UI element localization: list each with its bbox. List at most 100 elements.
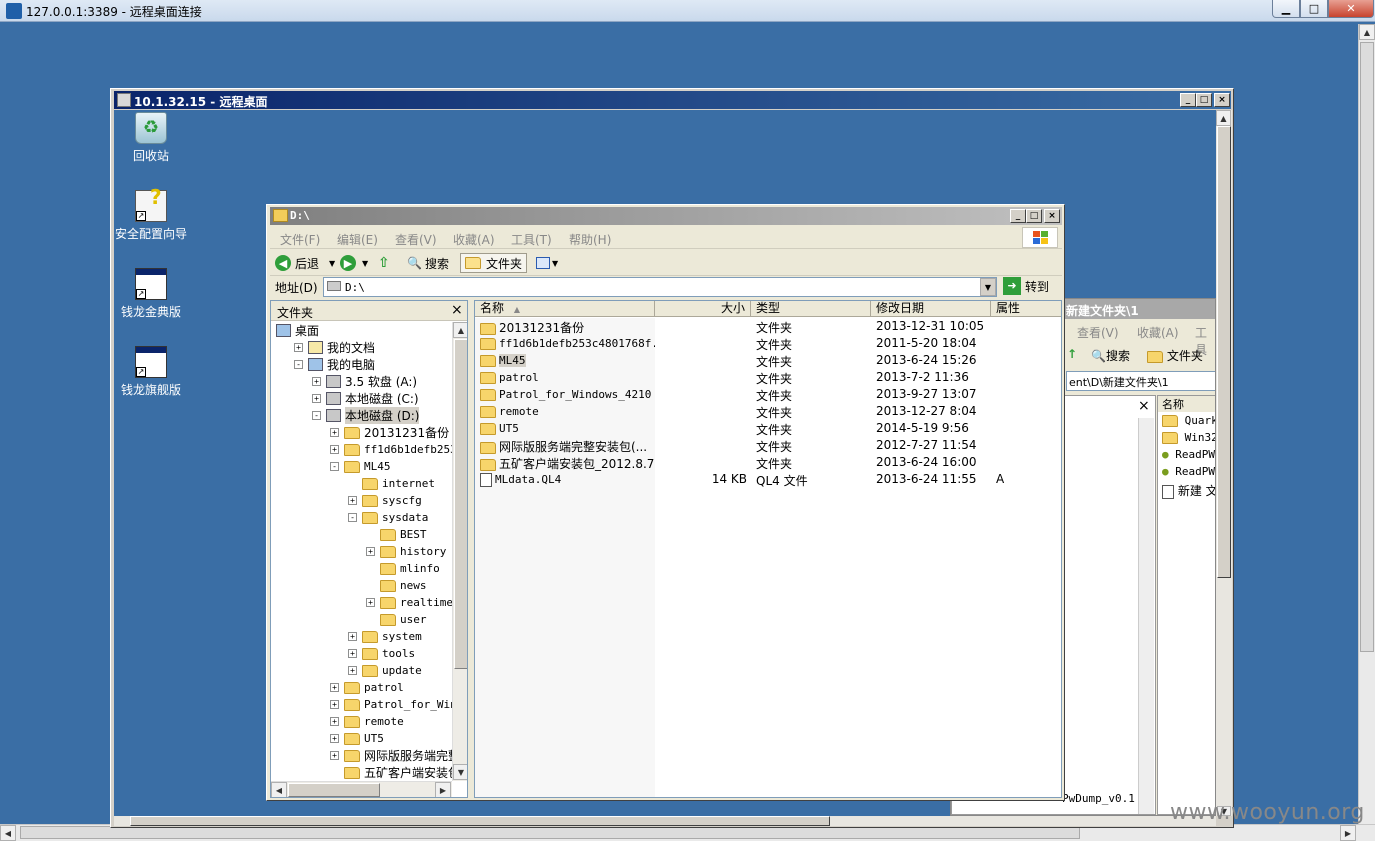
col-date[interactable]: 修改日期 (871, 301, 991, 317)
close-icon[interactable]: × (1138, 398, 1150, 414)
tree-vscroll-thumb[interactable] (454, 339, 467, 669)
file-row[interactable]: UT5 文件夹 2014-5-19 9:56 (475, 420, 1061, 437)
tree-horizontal-scrollbar[interactable]: ◀ ▶ (271, 781, 452, 797)
tree-item[interactable]: + 网际版服务端完整安 (330, 747, 467, 764)
folders-button[interactable]: 文件夹 (460, 253, 528, 273)
expand-icon[interactable]: + (330, 717, 339, 726)
list-item[interactable]: ● ReadPW (1162, 465, 1215, 478)
expand-icon[interactable]: + (348, 496, 357, 505)
remote-minimize-button[interactable]: _ (1180, 93, 1196, 107)
menu-tools[interactable]: 工具(T) (511, 231, 552, 248)
scroll-up-icon[interactable]: ▲ (453, 322, 467, 338)
col-size[interactable]: 大小 (655, 301, 751, 317)
tree-item[interactable]: - ML45 (330, 458, 391, 475)
go-button[interactable]: ➜ 转到 (1003, 277, 1049, 295)
expand-icon[interactable]: + (330, 700, 339, 709)
desktop-icon-qianlong-gold[interactable]: ↗ 钱龙金典版 (106, 268, 196, 320)
explorer-maximize-button[interactable]: □ (1026, 209, 1042, 223)
file-row[interactable]: 网际版服务端完整安装包(... 文件夹 2012-7-27 11:54 (475, 437, 1061, 454)
file-row[interactable]: patrol 文件夹 2013-7-2 11:36 (475, 369, 1061, 386)
bg-tree-item[interactable]: PwDump_v0.1 (1062, 792, 1135, 805)
file-row[interactable]: 五矿客户端安装包_2012.8.7 文件夹 2013-6-24 16:00 (475, 454, 1061, 471)
tree-item[interactable]: + 本地磁盘 (C:) (312, 390, 419, 407)
explorer-close-button[interactable]: × (1044, 209, 1060, 223)
col-name[interactable]: 名称 ▲ (475, 301, 655, 317)
remote-maximize-button[interactable]: □ (1196, 93, 1212, 107)
file-row[interactable]: Patrol_for_Windows_4210 文件夹 2013-9-27 13:0… (475, 386, 1061, 403)
tree-item[interactable]: + history (366, 543, 446, 560)
scroll-down-icon[interactable]: ▼ (453, 764, 467, 780)
file-row[interactable]: ff1d6b1defb253c4801768f... 文件夹 2011-5-20 1… (475, 335, 1061, 352)
tree-item[interactable]: + patrol (330, 679, 404, 696)
expand-icon[interactable]: + (312, 377, 321, 386)
bg-menu-view[interactable]: 查看(V) (1077, 324, 1119, 341)
expand-icon[interactable]: + (330, 445, 339, 454)
outer-vertical-scrollbar[interactable]: ▲ (1358, 24, 1375, 824)
close-icon[interactable]: × (451, 302, 463, 318)
menu-help[interactable]: 帮助(H) (569, 231, 611, 248)
menu-file[interactable]: 文件(F) (280, 231, 320, 248)
forward-button[interactable]: ▶ ▼ (340, 254, 368, 272)
tree-item[interactable]: + 我的文档 (294, 339, 375, 356)
expand-icon[interactable]: + (348, 666, 357, 675)
expand-icon[interactable]: + (294, 343, 303, 352)
outer-vscroll-thumb[interactable] (1360, 42, 1374, 652)
tree-item[interactable]: + update (348, 662, 422, 679)
remote-hscroll-thumb[interactable] (130, 816, 830, 826)
expand-icon[interactable]: + (330, 683, 339, 692)
collapse-icon[interactable]: - (294, 360, 303, 369)
views-button[interactable]: ▼ (536, 254, 558, 272)
bg-folders-button[interactable]: 文件夹 (1147, 347, 1203, 364)
expand-icon[interactable]: + (348, 649, 357, 658)
chevron-down-icon[interactable]: ▼ (980, 278, 996, 296)
tree-item[interactable]: + Patrol_for_Window (330, 696, 467, 713)
col-attr[interactable]: 属性 (991, 301, 1061, 317)
tree-item[interactable]: + tools (348, 645, 415, 662)
collapse-icon[interactable]: - (312, 411, 321, 420)
explorer-minimize-button[interactable]: _ (1010, 209, 1026, 223)
tree-item[interactable]: + remote (330, 713, 404, 730)
expand-icon[interactable]: + (330, 734, 339, 743)
file-list-pane[interactable]: 名称 ▲ 大小 类型 修改日期 属性 20131231备份 文件夹 2013-12-… (474, 300, 1062, 798)
tree-item[interactable]: +20131231备份 (330, 424, 449, 441)
tree-item[interactable]: 桌面 (276, 322, 319, 339)
expand-icon[interactable]: + (312, 394, 321, 403)
bg-search-button[interactable]: 🔍搜索 (1091, 347, 1130, 364)
scroll-right-icon[interactable]: ▶ (1340, 825, 1356, 841)
remote-vscroll-thumb[interactable] (1217, 126, 1231, 578)
up-folder-icon[interactable]: ↑ (1067, 347, 1077, 361)
tree-item[interactable]: + ff1d6b1defb253c48 (330, 441, 467, 458)
scroll-left-icon[interactable]: ◀ (271, 782, 287, 797)
expand-icon[interactable]: + (366, 598, 375, 607)
expand-icon[interactable]: + (366, 547, 375, 556)
bg-menu-favorites[interactable]: 收藏(A) (1137, 324, 1179, 341)
address-field[interactable]: D:\ ▼ (323, 277, 997, 297)
bg-address-field[interactable]: ent\D\新建文件夹\1 (1066, 371, 1215, 391)
file-row[interactable]: ML45 文件夹 2013-6-24 15:26 (475, 352, 1061, 369)
scroll-right-icon[interactable]: ▶ (435, 782, 451, 797)
scroll-left-icon[interactable]: ◀ (0, 825, 16, 841)
menu-edit[interactable]: 编辑(E) (337, 231, 378, 248)
menu-favorites[interactable]: 收藏(A) (453, 231, 495, 248)
bg-col-name[interactable]: 名称 (1158, 396, 1215, 412)
search-button[interactable]: 🔍 搜索 (407, 254, 449, 272)
tree-item[interactable]: + realtime (366, 594, 453, 611)
remote-close-button[interactable]: × (1214, 93, 1230, 107)
tree-item[interactable]: +3.5 软盘 (A:) (312, 373, 417, 390)
list-item[interactable]: 新建 文 (1162, 482, 1215, 499)
remote-titlebar[interactable]: 10.1.32.15 - 远程桌面 _ □ × (114, 91, 1231, 109)
collapse-icon[interactable]: - (348, 513, 357, 522)
tree-item[interactable]: - sysdata (348, 509, 428, 526)
collapse-icon[interactable]: - (330, 462, 339, 471)
outer-minimize-button[interactable]: ▁ (1272, 0, 1300, 18)
outer-close-button[interactable]: ✕ (1328, 0, 1374, 18)
explorer-titlebar[interactable]: D:\ _ □ × (270, 207, 1062, 225)
scroll-up-icon[interactable]: ▲ (1359, 24, 1375, 40)
bg-file-list[interactable]: 名称 Quarks Win32 ● ReadPW ● ReadPW 新建 文 (1157, 395, 1215, 815)
tree-item[interactable]: + system (348, 628, 422, 645)
tree-item[interactable]: user (366, 611, 427, 628)
tree-item[interactable]: mlinfo (366, 560, 440, 577)
tree-item[interactable]: news (366, 577, 427, 594)
list-item[interactable]: Quarks (1162, 414, 1215, 427)
chevron-down-icon[interactable]: ▼ (329, 259, 335, 268)
